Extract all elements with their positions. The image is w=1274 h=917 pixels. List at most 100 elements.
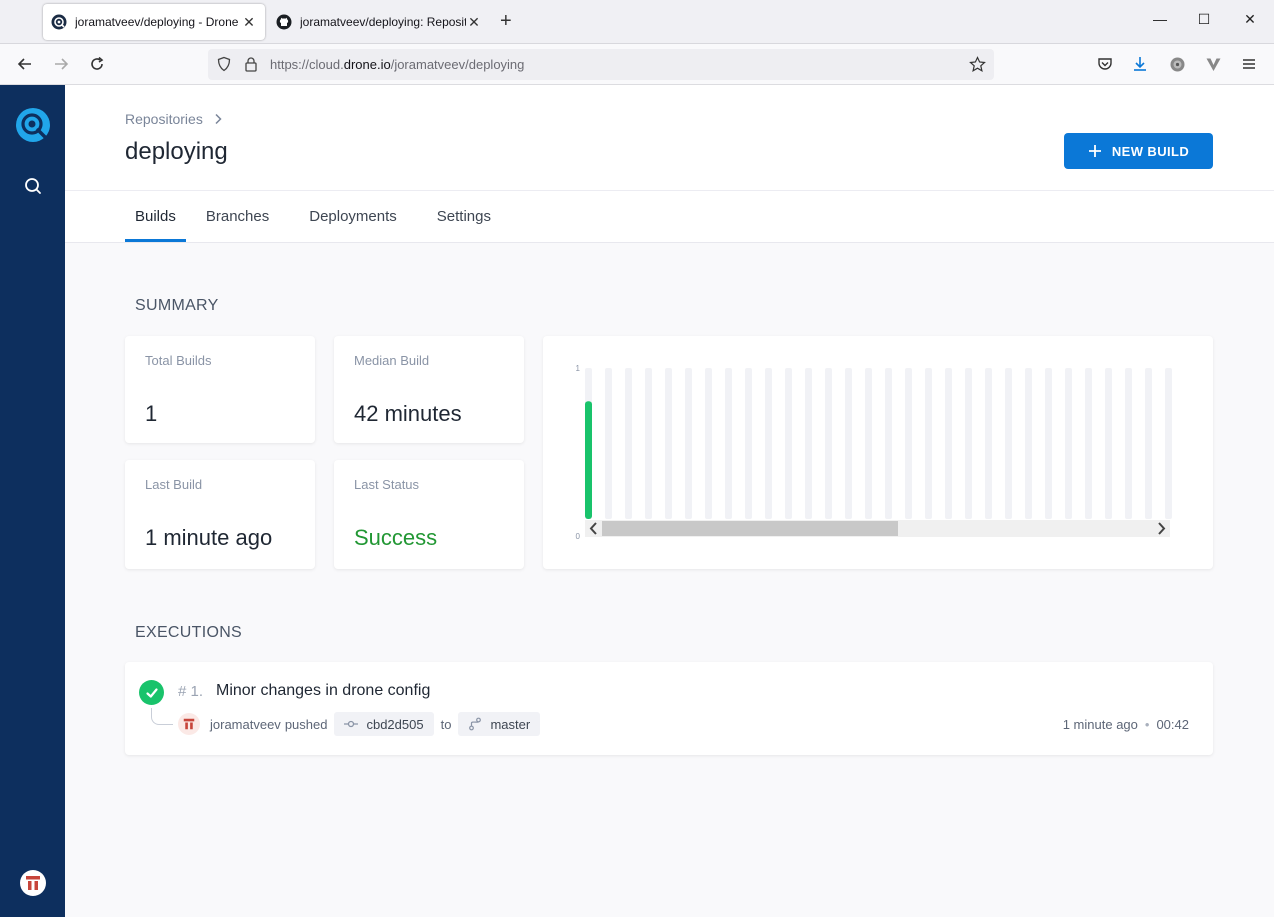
breadcrumb: Repositories [125, 111, 223, 127]
chart-bar [585, 401, 592, 519]
last-status-value: Success [354, 525, 438, 550]
close-window-icon[interactable]: ✕ [1240, 11, 1260, 28]
total-builds-value: 1 [145, 401, 158, 426]
chart-bar-track [665, 368, 672, 519]
chart-bar-track [605, 368, 612, 519]
summary-heading: SUMMARY [135, 297, 219, 314]
chevron-right-icon [215, 113, 222, 125]
chart-bar-track [625, 368, 632, 519]
reload-icon[interactable] [87, 54, 107, 74]
minimize-window-icon[interactable]: — [1150, 11, 1170, 27]
chart-bar-track [945, 368, 952, 519]
search-icon[interactable] [22, 175, 44, 197]
commit-pill[interactable]: cbd2d505 [334, 712, 434, 736]
last-status-card: Last Status Success [334, 460, 524, 569]
branch-pill[interactable]: master [458, 712, 541, 736]
chart-bar-track [1005, 368, 1012, 519]
app-sidebar [0, 85, 65, 917]
tab-branches[interactable]: Branches [206, 191, 269, 241]
new-tab-icon[interactable]: + [500, 11, 512, 31]
bookmark-star-icon[interactable] [969, 56, 986, 73]
commit-sha: cbd2d505 [366, 716, 424, 732]
to-text: to [440, 716, 452, 732]
chart-bar-track [1045, 368, 1052, 519]
tree-connector [151, 708, 173, 725]
median-build-label: Median Build [354, 353, 430, 368]
chart-bar-track [825, 368, 832, 519]
tab-builds[interactable]: Builds [125, 191, 186, 242]
last-build-label: Last Build [145, 477, 203, 492]
chart-bar-track [685, 368, 692, 519]
browser-tab-bar: joramatveev/deploying - Drone ✕ joramatv… [0, 0, 1274, 44]
execution-timing: 1 minute ago • 00:42 [1063, 717, 1189, 732]
total-builds-label: Total Builds [145, 353, 212, 368]
median-build-card: Median Build 42 minutes [334, 336, 524, 443]
repo-tabs: Builds Branches Deployments Settings [125, 191, 531, 243]
chart-bar-track [725, 368, 732, 519]
last-build-value: 1 minute ago [145, 525, 273, 550]
branch-icon [469, 717, 482, 731]
maximize-window-icon[interactable]: ☐ [1194, 11, 1214, 28]
new-build-button[interactable]: NEW BUILD [1064, 133, 1213, 169]
chart-bar-track [1085, 368, 1092, 519]
chart-bar-track [1065, 368, 1072, 519]
y-tick-label: 0 [576, 532, 581, 541]
address-bar[interactable]: https://cloud.drone.io/joramatveev/deplo… [208, 49, 994, 80]
extension-globe-icon[interactable] [1167, 54, 1187, 74]
breadcrumb-repositories-link[interactable]: Repositories [125, 111, 203, 127]
browser-tab-github[interactable]: joramatveev/deploying: Repository ✕ [268, 4, 490, 40]
chart-bar-track [1025, 368, 1032, 519]
close-tab-icon[interactable]: ✕ [466, 14, 482, 31]
chart-bar-track [1125, 368, 1132, 519]
chart-bar-track [1105, 368, 1112, 519]
y-tick-label: 1 [576, 364, 581, 373]
build-duration-chart: 10 [576, 364, 1172, 541]
github-favicon-icon [276, 14, 292, 30]
author-avatar-icon [178, 713, 200, 735]
chart-bar-track [905, 368, 912, 519]
pocket-icon[interactable] [1095, 54, 1115, 74]
chart-scrollbar-thumb [602, 521, 898, 536]
back-icon[interactable] [15, 54, 35, 74]
time-ago: 1 minute ago [1062, 717, 1138, 732]
author-name: joramatveev [210, 716, 281, 732]
new-build-label: NEW BUILD [1111, 143, 1190, 159]
chart-bar-track [885, 368, 892, 519]
browser-tab-drone[interactable]: joramatveev/deploying - Drone ✕ [43, 4, 265, 40]
url-text[interactable]: https://cloud.drone.io/joramatveev/deplo… [270, 57, 524, 72]
chart-bar-track [805, 368, 812, 519]
downloads-icon[interactable] [1130, 54, 1150, 74]
median-build-value: 42 minutes [354, 401, 462, 426]
chart-bar-track [645, 368, 652, 519]
execution-row[interactable]: # 1. Minor changes in drone config joram… [125, 662, 1213, 755]
tab-title: joramatveev/deploying: Repository [300, 15, 466, 29]
branch-name: master [490, 716, 531, 732]
last-status-label: Last Status [354, 477, 420, 492]
build-duration-chart-card: 10 [543, 336, 1213, 569]
chart-bar-track [965, 368, 972, 519]
commit-icon [344, 720, 359, 728]
tab-title: joramatveev/deploying - Drone [75, 15, 239, 29]
menu-hamburger-icon[interactable] [1239, 54, 1259, 74]
chart-bar-track [845, 368, 852, 519]
shield-icon[interactable] [216, 56, 232, 72]
tab-deployments[interactable]: Deployments [309, 191, 397, 241]
chart-bar-track [1165, 368, 1172, 519]
extension-v-icon[interactable] [1203, 54, 1223, 74]
tab-settings[interactable]: Settings [437, 191, 491, 241]
chart-bar-track [925, 368, 932, 519]
close-tab-icon[interactable]: ✕ [241, 14, 257, 31]
last-build-card: Last Build 1 minute ago [125, 460, 315, 569]
repo-header: Repositories deploying NEW BUILD Builds … [65, 85, 1274, 243]
chart-bar-track [705, 368, 712, 519]
commit-message[interactable]: Minor changes in drone config [216, 682, 430, 700]
forward-icon[interactable] [51, 54, 71, 74]
action-text: pushed [284, 716, 328, 732]
total-builds-card: Total Builds 1 [125, 336, 315, 443]
separator-dot: • [1144, 717, 1150, 732]
user-avatar-icon[interactable] [20, 870, 46, 896]
drone-logo-icon[interactable] [16, 108, 50, 142]
chart-bar-track [765, 368, 772, 519]
lock-icon[interactable] [244, 56, 258, 72]
chart-bar-track [785, 368, 792, 519]
